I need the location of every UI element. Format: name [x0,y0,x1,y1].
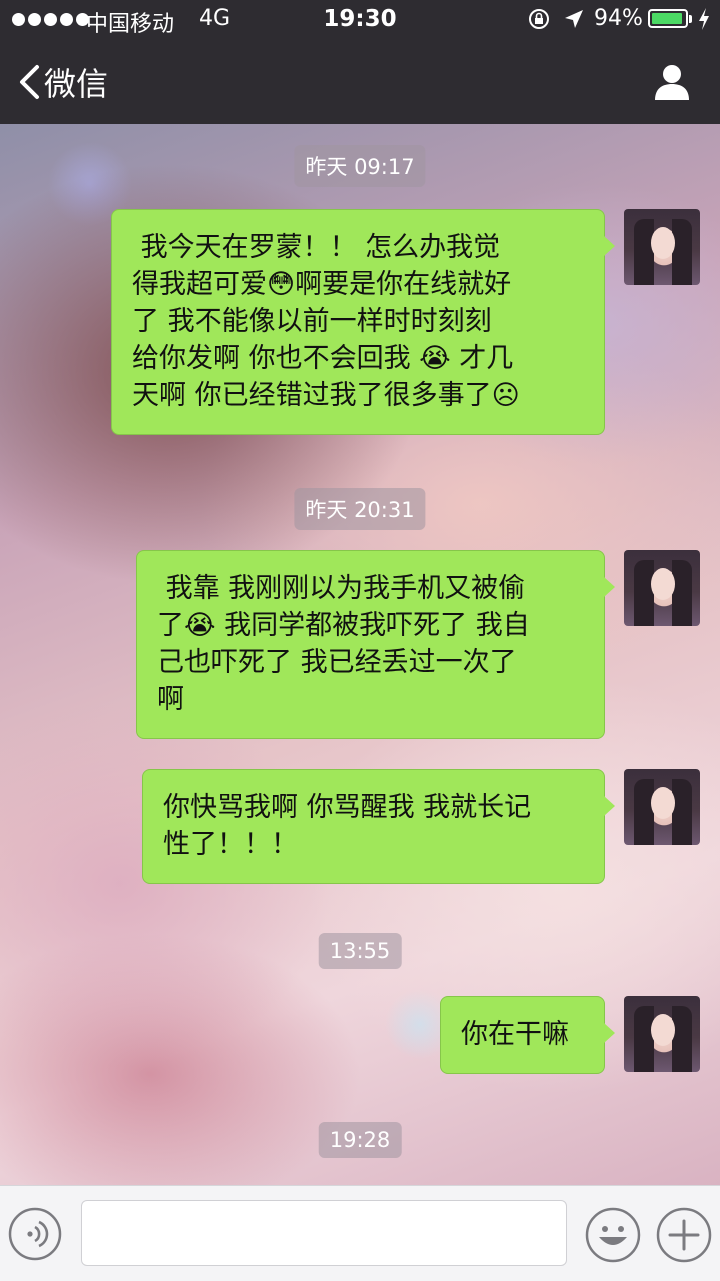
message-line: 你快骂我啊 你骂醒我 我就长记 [163,792,532,823]
plus-icon[interactable] [656,1207,712,1263]
message-bubble[interactable]: 我今天在罗蒙！！ 怎么办我觉 得我超可爱😳啊要是你在线就好 了 我不能像以前一样… [111,209,615,435]
input-bar [0,1185,720,1281]
message-line: 性了！！！ [163,829,298,860]
location-arrow-icon [565,10,583,28]
voice-icon[interactable] [8,1207,62,1261]
message-line: 给你发啊 你也不会回我 😭 才几 [132,343,514,374]
emoji-icon[interactable] [585,1207,641,1263]
battery-icon [648,9,688,28]
avatar[interactable] [624,769,700,845]
message-line: 了 我不能像以前一样时时刻刻 [132,306,492,337]
person-icon[interactable] [652,62,692,102]
message-input[interactable] [81,1200,567,1266]
timestamp: 13:55 [318,933,402,969]
avatar[interactable] [624,996,700,1072]
timestamp: 昨天 09:17 [294,145,426,187]
back-button[interactable]: 微信 [18,62,109,103]
message-line: 啊 [157,684,184,715]
avatar[interactable] [624,550,700,626]
message-line: 我靠 我刚刚以为我手机又被偷 [157,573,526,604]
battery-percent: 94% [594,6,643,31]
charging-bolt-icon [699,8,709,30]
back-label: 微信 [44,65,109,103]
message-line: 我今天在罗蒙！！ 怎么办我觉 [132,232,501,263]
message-line: 得我超可爱😳啊要是你在线就好 [132,269,512,300]
timestamp: 19:28 [318,1122,402,1158]
top-bar: 中国移动 4G 19:30 94% 微信 [0,0,720,124]
timestamp: 昨天 20:31 [294,488,426,530]
message-bubble[interactable]: 你在干嘛 [440,996,615,1074]
avatar[interactable] [624,209,700,285]
rotation-lock-icon [529,9,549,29]
message-line: 你在干嘛 [461,1019,569,1050]
message-bubble[interactable]: 你快骂我啊 你骂醒我 我就长记 性了！！！ [142,769,615,884]
message-line: 己也吓死了 我已经丢过一次了 [157,647,517,678]
battery-tip [689,15,692,23]
chat-area[interactable]: 昨天 09:17 我今天在罗蒙！！ 怎么办我觉 得我超可爱😳啊要是你在线就好 了… [0,124,720,1185]
battery-level-fill [652,13,682,24]
chevron-left-icon [20,65,39,99]
message-line: 天啊 你已经错过我了很多事了☹ [132,380,520,411]
status-bar: 中国移动 4G 19:30 94% [0,0,720,40]
message-line: 了😭 我同学都被我吓死了 我自 [157,610,530,641]
message-bubble[interactable]: 我靠 我刚刚以为我手机又被偷 了😭 我同学都被我吓死了 我自 己也吓死了 我已经… [136,550,615,739]
